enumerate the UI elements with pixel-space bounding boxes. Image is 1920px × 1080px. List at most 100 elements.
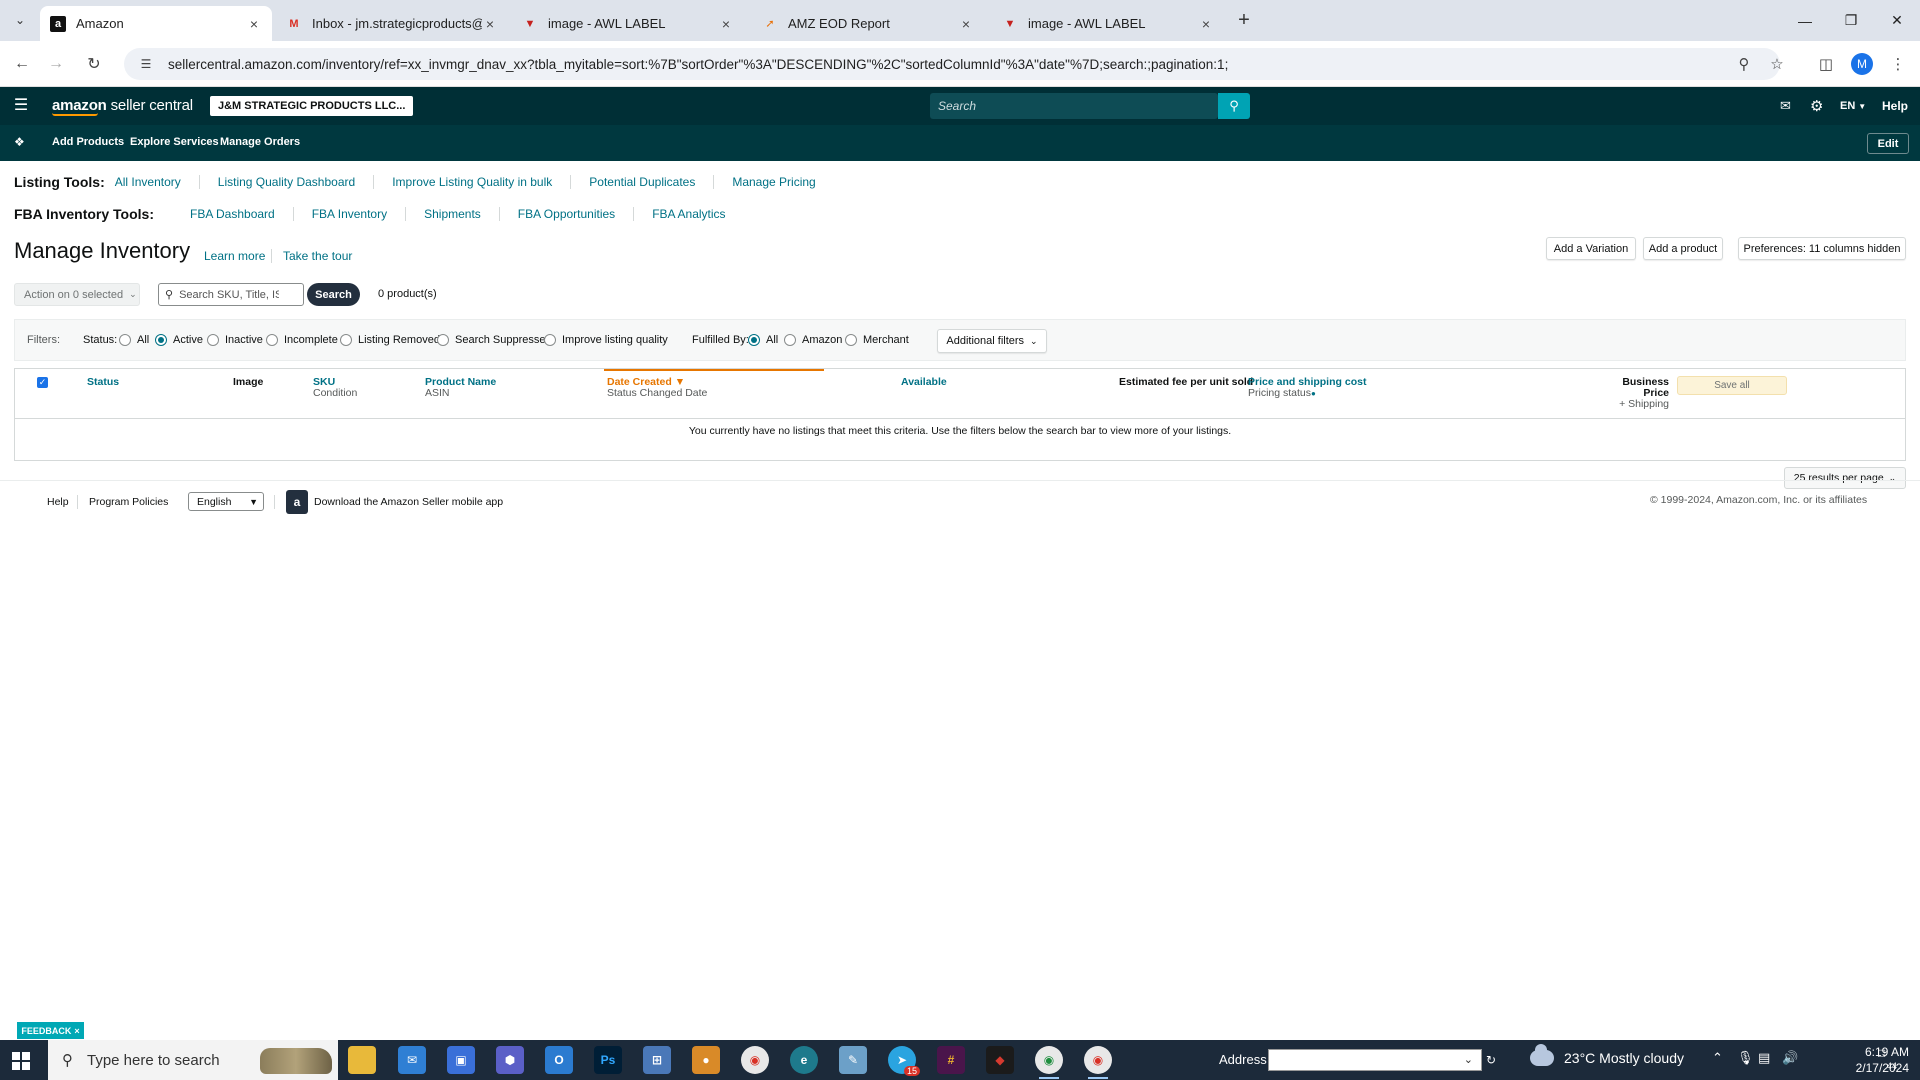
feedback-button[interactable]: FEEDBACK × xyxy=(17,1022,84,1039)
bookmark-icon[interactable]: ❖ xyxy=(14,135,25,149)
tab-close-icon[interactable]: × xyxy=(958,16,974,32)
photoshop-icon[interactable]: Ps xyxy=(594,1046,622,1074)
weather-widget[interactable]: 23°C Mostly cloudy xyxy=(1530,1044,1684,1066)
edge-icon[interactable]: e xyxy=(790,1046,818,1074)
file-explorer-icon[interactable] xyxy=(348,1046,376,1074)
status-radio-all[interactable]: All xyxy=(119,334,149,346)
link-fba-opportunities[interactable]: FBA Opportunities xyxy=(500,207,635,221)
status-radio-active[interactable]: Active xyxy=(155,334,203,346)
col-product-name[interactable]: Product Name ASIN xyxy=(425,377,496,399)
status-radio-inactive[interactable]: Inactive xyxy=(207,334,263,346)
tab-close-icon[interactable]: × xyxy=(246,16,262,32)
volume-icon[interactable]: 🔊 xyxy=(1782,1050,1798,1066)
status-radio-search-suppressed[interactable]: Search Suppressed xyxy=(437,334,552,346)
link-listing-quality-dashboard[interactable]: Listing Quality Dashboard xyxy=(200,175,375,189)
windows-start-icon[interactable] xyxy=(12,1052,30,1070)
seller-search-input[interactable] xyxy=(938,99,1218,113)
seller-app-icon[interactable]: a xyxy=(286,490,308,514)
microphone-icon[interactable]: 🎙 xyxy=(1737,1050,1754,1066)
tab-close-icon[interactable]: × xyxy=(718,16,734,32)
tab-close-icon[interactable]: × xyxy=(1198,16,1214,32)
help-link[interactable]: Help xyxy=(1882,96,1908,116)
mail-icon[interactable]: ✉ xyxy=(1780,96,1791,116)
copilot-app-icon[interactable]: ⬢ xyxy=(496,1046,524,1074)
site-info-icon[interactable]: ☰ xyxy=(138,56,154,72)
shortcut-manage-orders[interactable]: Manage Orders xyxy=(220,136,300,148)
calculator-icon[interactable]: ⊞ xyxy=(643,1046,671,1074)
tab-awl-label-2[interactable]: ▼ image - AWL LABEL × xyxy=(992,6,1224,41)
chrome-profile-icon[interactable]: ◉ xyxy=(1035,1046,1063,1079)
select-all-checkbox[interactable]: ✓ xyxy=(37,377,48,388)
shortcut-explore-services[interactable]: Explore Services xyxy=(130,136,219,148)
col-available[interactable]: Available xyxy=(901,377,947,388)
hamburger-menu-icon[interactable]: ☰ xyxy=(12,97,30,115)
preferences-button[interactable]: Preferences: 11 columns hidden xyxy=(1738,237,1906,260)
tab-search-chevron-icon[interactable]: ⌄ xyxy=(8,8,32,32)
shortcut-add-products[interactable]: Add Products xyxy=(52,136,124,148)
save-all-button[interactable]: Save all xyxy=(1677,376,1787,395)
network-icon[interactable]: ▤ xyxy=(1758,1050,1770,1066)
store-switcher-button[interactable]: J&M STRATEGIC PRODUCTS LLC... xyxy=(210,96,414,116)
edit-shortcuts-button[interactable]: Edit xyxy=(1867,133,1909,154)
add-variation-button[interactable]: Add a Variation xyxy=(1546,237,1636,260)
search-icon[interactable]: ⚲ xyxy=(1218,93,1250,119)
status-radio-listing-removed[interactable]: Listing Removed xyxy=(340,334,440,346)
restore-icon[interactable]: ❐ xyxy=(1828,0,1874,41)
link-fba-dashboard[interactable]: FBA Dashboard xyxy=(178,207,294,221)
reload-icon[interactable]: ↻ xyxy=(82,52,106,76)
info-icon[interactable]: ● xyxy=(1311,389,1316,398)
learn-more-link[interactable]: Learn more xyxy=(204,249,265,263)
fulfilled-radio-all[interactable]: All xyxy=(748,334,778,346)
col-date-created[interactable]: Date Created ▼ Status Changed Date xyxy=(607,377,707,399)
bulk-action-dropdown[interactable]: Action on 0 selected ⌄ xyxy=(14,283,140,306)
notepad-icon[interactable]: ✎ xyxy=(839,1046,867,1074)
chrome-active-icon[interactable]: ◉ xyxy=(1084,1046,1112,1079)
inventory-search-input[interactable] xyxy=(179,288,280,301)
link-fba-analytics[interactable]: FBA Analytics xyxy=(634,207,743,221)
link-all-inventory[interactable]: All Inventory xyxy=(115,175,200,189)
zoom-icon[interactable]: ⚲ xyxy=(1732,52,1756,76)
address-bar[interactable]: ☰ sellercentral.amazon.com/inventory/ref… xyxy=(124,48,1780,80)
link-manage-pricing[interactable]: Manage Pricing xyxy=(714,175,833,189)
tab-awl-label[interactable]: ▼ image - AWL LABEL × xyxy=(512,6,744,41)
mail-app-icon[interactable]: ✉ xyxy=(398,1046,426,1074)
link-improve-listing-quality[interactable]: Improve Listing Quality in bulk xyxy=(374,175,572,189)
fulfilled-radio-amazon[interactable]: Amazon xyxy=(784,334,842,346)
link-potential-duplicates[interactable]: Potential Duplicates xyxy=(571,175,715,189)
bookmark-star-icon[interactable]: ☆ xyxy=(1765,52,1789,76)
back-icon[interactable]: ← xyxy=(10,52,34,76)
dota-icon[interactable]: ◆ xyxy=(986,1046,1014,1074)
footer-program-policies-link[interactable]: Program Policies xyxy=(89,496,168,508)
forward-icon[interactable]: → xyxy=(44,52,68,76)
status-radio-incomplete[interactable]: Incomplete xyxy=(266,334,338,346)
browser-menu-icon[interactable]: ⋮ xyxy=(1886,52,1910,76)
language-selector[interactable]: EN ▼ xyxy=(1840,96,1866,116)
address-toolbar-input[interactable]: ⌄ xyxy=(1268,1049,1482,1071)
link-shipments[interactable]: Shipments xyxy=(406,207,500,221)
gear-icon[interactable]: ⚙ xyxy=(1810,96,1823,116)
outlook-icon[interactable]: O xyxy=(545,1046,573,1074)
results-per-page-dropdown[interactable]: 25 results per page ⌄ xyxy=(1784,467,1906,489)
address-go-icon[interactable]: ↻ xyxy=(1483,1051,1499,1069)
close-icon[interactable]: × xyxy=(74,1026,79,1036)
take-tour-link[interactable]: Take the tour xyxy=(283,249,352,263)
download-app-link[interactable]: Download the Amazon Seller mobile app xyxy=(314,496,503,508)
seller-central-logo[interactable]: amazon seller central xyxy=(52,97,193,114)
tray-chevron-icon[interactable]: ⌃ xyxy=(1712,1050,1723,1066)
footer-language-select[interactable]: English ▼ xyxy=(188,492,264,511)
new-tab-icon[interactable]: + xyxy=(1232,8,1256,32)
game-app-icon[interactable]: ● xyxy=(692,1046,720,1074)
search-button[interactable]: Search xyxy=(307,283,360,306)
status-radio-improve-quality[interactable]: Improve listing quality xyxy=(544,334,668,346)
col-sku[interactable]: SKU Condition xyxy=(313,377,357,399)
notification-icon[interactable]: □ xyxy=(1878,1046,1885,1060)
tab-close-icon[interactable]: × xyxy=(482,16,498,32)
col-price[interactable]: Price and shipping cost Pricing status● xyxy=(1248,377,1366,399)
minimize-icon[interactable]: — xyxy=(1782,0,1828,41)
close-window-icon[interactable]: ✕ xyxy=(1874,0,1920,41)
taskbar-search-input[interactable] xyxy=(87,1051,257,1069)
tab-gmail[interactable]: M Inbox - jm.strategicproducts@g × xyxy=(276,6,508,41)
chrome-icon[interactable]: ◉ xyxy=(741,1046,769,1074)
profile-avatar[interactable]: M xyxy=(1851,53,1873,75)
fulfilled-radio-merchant[interactable]: Merchant xyxy=(845,334,909,346)
